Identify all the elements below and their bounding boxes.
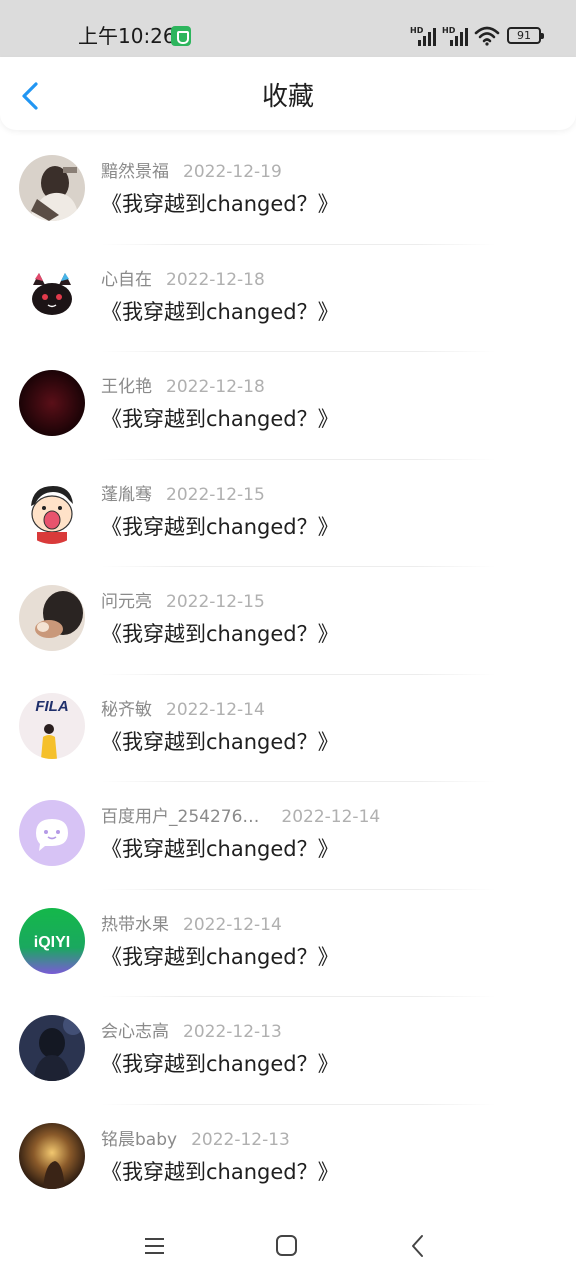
avatar[interactable]	[19, 800, 85, 866]
user-name: 铭晨baby	[101, 1129, 178, 1150]
home-icon[interactable]	[270, 1230, 302, 1262]
avatar[interactable]	[19, 477, 85, 544]
battery-icon: 91	[507, 27, 544, 44]
user-name: 热带水果	[101, 914, 169, 935]
signal-hd-label: HD	[442, 26, 456, 35]
book-title[interactable]: 《我穿越到changed？》	[101, 727, 339, 757]
user-name: 心自在	[101, 269, 152, 290]
list-item[interactable]: 会心志高 2022-12-13 《我穿越到changed？》	[0, 997, 576, 1105]
avatar[interactable]: iQIYI	[19, 907, 85, 974]
favorite-date: 2022-12-19	[183, 162, 282, 182]
list-item[interactable]: 黯然景福 2022-12-19 《我穿越到changed？》	[0, 137, 576, 245]
favorite-date: 2022-12-15	[166, 592, 265, 612]
avatar[interactable]	[19, 585, 85, 651]
status-time: 上午10:26	[78, 24, 176, 48]
status-bar: 上午10:26 HD HD 91	[0, 0, 576, 57]
page-title: 收藏	[261, 82, 314, 112]
favorite-date: 2022-12-14	[281, 807, 381, 827]
list-item[interactable]: FILA 秘齐敏 2022-12-14 《我穿越到changed？》	[0, 675, 576, 782]
svg-text:FILA: FILA	[35, 698, 68, 715]
favorite-date: 2022-12-18	[166, 269, 265, 290]
list-item[interactable]: 蓬胤骞 2022-12-15 《我穿越到changed？》	[0, 460, 576, 567]
menu-icon[interactable]	[138, 1230, 170, 1262]
system-nav-bar	[0, 1210, 576, 1280]
signal-hd-label: HD	[410, 26, 424, 35]
signal-icon: HD	[410, 26, 438, 46]
book-title[interactable]: 《我穿越到changed？》	[101, 512, 339, 542]
user-name: 问元亮	[101, 592, 152, 612]
back-triangle-icon[interactable]	[402, 1230, 434, 1262]
book-title[interactable]: 《我穿越到changed？》	[101, 1049, 339, 1079]
favorite-date: 2022-12-18	[166, 377, 265, 397]
user-name: 秘齐敏	[101, 699, 152, 720]
favorite-date: 2022-12-14	[183, 914, 282, 935]
favorite-date: 2022-12-13	[183, 1022, 282, 1042]
book-title[interactable]: 《我穿越到changed？》	[101, 297, 339, 327]
user-name: 黯然景福	[101, 162, 169, 182]
app-header: 收藏	[0, 57, 576, 130]
signal-icon: HD	[442, 26, 470, 46]
user-name: 会心志高	[101, 1022, 169, 1042]
book-title[interactable]: 《我穿越到changed？》	[101, 1157, 339, 1187]
favorite-date: 2022-12-14	[166, 699, 265, 720]
favorite-date: 2022-12-15	[166, 484, 265, 505]
shield-icon	[171, 26, 191, 46]
user-name: 蓬胤骞	[101, 484, 152, 505]
list-item[interactable]: 王化艳 2022-12-18 《我穿越到changed？》	[0, 352, 576, 460]
favorites-list: 黯然景福 2022-12-19 《我穿越到changed？》 心自在 2022-12…	[0, 137, 576, 1212]
book-title[interactable]: 《我穿越到changed？》	[101, 404, 339, 434]
list-item[interactable]: 问元亮 2022-12-15 《我穿越到changed？》	[0, 567, 576, 675]
list-item[interactable]: 心自在 2022-12-18 《我穿越到changed？》	[0, 245, 576, 352]
svg-text:iQIYI: iQIYI	[34, 934, 70, 951]
book-title[interactable]: 《我穿越到changed？》	[101, 942, 339, 972]
list-item[interactable]: 铭晨baby 2022-12-13 《我穿越到changed？》	[0, 1105, 576, 1213]
list-item[interactable]: 百度用户_254276… 2022-12-14 《我穿越到changed？》	[0, 782, 576, 890]
list-item[interactable]: iQIYI 热带水果 2022-12-14 《我穿越到changed？》	[0, 890, 576, 997]
avatar[interactable]	[19, 155, 85, 221]
favorite-date: 2022-12-13	[191, 1129, 290, 1150]
wifi-icon	[474, 26, 500, 46]
user-name: 百度用户_254276…	[101, 807, 260, 827]
avatar[interactable]	[19, 370, 85, 436]
avatar[interactable]	[19, 1015, 85, 1081]
book-title[interactable]: 《我穿越到changed？》	[101, 189, 339, 219]
book-title[interactable]: 《我穿越到changed？》	[101, 619, 339, 649]
book-title[interactable]: 《我穿越到changed？》	[101, 834, 339, 864]
user-name: 王化艳	[101, 377, 152, 397]
avatar[interactable]: FILA	[19, 692, 85, 759]
avatar[interactable]	[19, 262, 85, 329]
avatar[interactable]	[19, 1122, 85, 1189]
